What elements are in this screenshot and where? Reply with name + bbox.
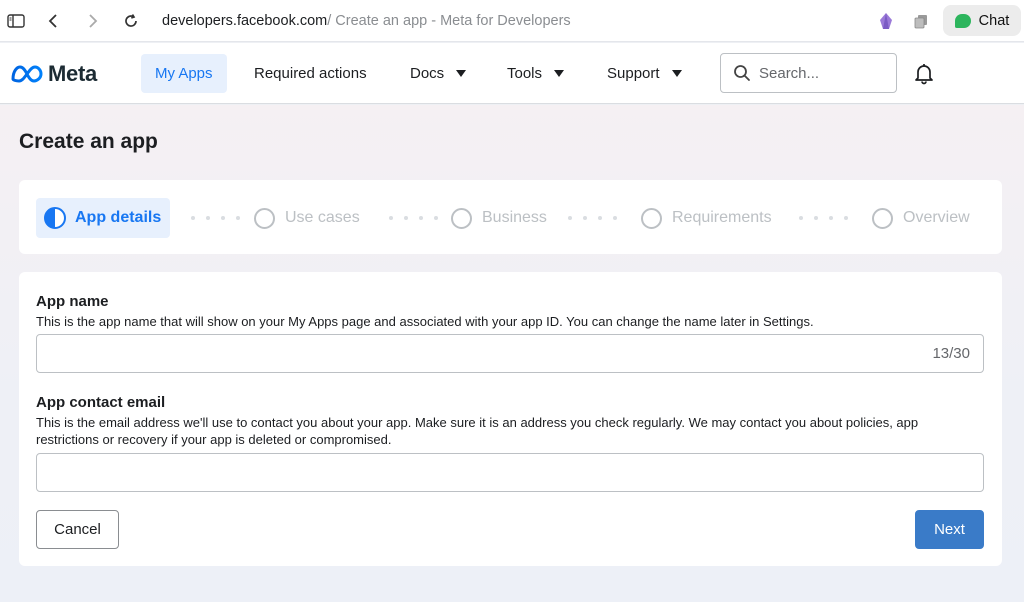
cancel-button[interactable]: Cancel xyxy=(36,510,119,549)
step-requirements: Requirements xyxy=(641,198,772,238)
app-name-label: App name xyxy=(36,293,109,310)
search-input[interactable] xyxy=(759,64,879,82)
nav-support[interactable]: Support xyxy=(607,54,682,93)
next-button[interactable]: Next xyxy=(915,510,984,549)
app-name-field[interactable]: 13/30 xyxy=(36,334,984,373)
step-app-details-label: App details xyxy=(75,209,162,226)
meta-logo[interactable]: Meta xyxy=(10,61,97,87)
nav-tools[interactable]: Tools xyxy=(507,54,565,93)
chat-bubble-icon xyxy=(954,13,971,28)
empty-circle-icon xyxy=(254,207,275,229)
empty-circle-icon xyxy=(872,207,893,229)
forward-icon[interactable] xyxy=(85,0,101,42)
nav-required-actions[interactable]: Required actions xyxy=(254,54,367,93)
nav-docs[interactable]: Docs xyxy=(410,54,467,93)
chat-button[interactable]: Chat xyxy=(943,5,1021,36)
step-app-details[interactable]: App details xyxy=(36,198,171,238)
main-content: Create an app App details Use cases Busi… xyxy=(0,105,1024,602)
sidebar-toggle-icon[interactable] xyxy=(6,0,26,42)
notifications-bell-icon[interactable] xyxy=(912,61,936,90)
nav-required-actions-label: Required actions xyxy=(254,65,367,82)
app-details-form: App name This is the app name that will … xyxy=(19,272,1002,566)
url-page-title: / Create an app - Meta for Developers xyxy=(327,13,571,29)
search-icon xyxy=(734,65,750,81)
nav-docs-label: Docs xyxy=(410,65,445,82)
app-name-char-counter: 13/30 xyxy=(932,345,970,362)
step-connector xyxy=(389,216,438,220)
empty-circle-icon xyxy=(451,207,472,229)
empty-circle-icon xyxy=(641,207,662,229)
page-title: Create an app xyxy=(19,130,158,153)
contact-email-help: This is the email address we'll use to c… xyxy=(36,415,919,447)
top-navigation: Meta My Apps Required actions Docs Tools… xyxy=(0,43,1024,104)
browser-toolbar: developers.facebook.com / Create an app … xyxy=(0,0,1024,42)
contact-email-input[interactable] xyxy=(37,454,983,491)
meta-infinity-icon xyxy=(11,65,43,83)
step-business-label: Business xyxy=(482,209,547,226)
search-box[interactable] xyxy=(720,53,897,93)
meta-logo-text: Meta xyxy=(48,61,97,86)
step-overview-label: Overview xyxy=(903,209,970,226)
step-business: Business xyxy=(451,198,547,238)
contact-email-field[interactable] xyxy=(36,453,984,492)
reload-icon[interactable] xyxy=(122,0,140,42)
step-use-cases-label: Use cases xyxy=(285,209,360,226)
extension-copy-icon[interactable] xyxy=(912,0,930,42)
url-domain: developers.facebook.com xyxy=(162,13,328,29)
caret-down-icon xyxy=(456,70,467,77)
step-connector xyxy=(568,216,617,220)
caret-down-icon xyxy=(671,70,682,77)
step-overview: Overview xyxy=(872,198,970,238)
contact-email-label: App contact email xyxy=(36,394,166,411)
nav-my-apps-label: My Apps xyxy=(155,65,213,82)
step-connector xyxy=(799,216,848,220)
step-use-cases: Use cases xyxy=(254,198,360,238)
nav-my-apps[interactable]: My Apps xyxy=(141,54,227,93)
nav-support-label: Support xyxy=(607,65,660,82)
app-name-input[interactable] xyxy=(37,335,983,372)
app-name-help: This is the app name that will show on y… xyxy=(36,314,814,329)
extension-crystal-icon[interactable] xyxy=(877,0,895,42)
chat-label: Chat xyxy=(978,12,1010,29)
nav-tools-label: Tools xyxy=(507,65,543,82)
step-requirements-label: Requirements xyxy=(672,209,772,226)
stepper: App details Use cases Business Requireme… xyxy=(19,180,1002,254)
back-icon[interactable] xyxy=(45,0,61,42)
caret-down-icon xyxy=(554,70,565,77)
half-filled-circle-icon xyxy=(44,207,66,229)
address-bar[interactable]: developers.facebook.com / Create an app … xyxy=(162,0,571,42)
step-connector xyxy=(191,216,240,220)
